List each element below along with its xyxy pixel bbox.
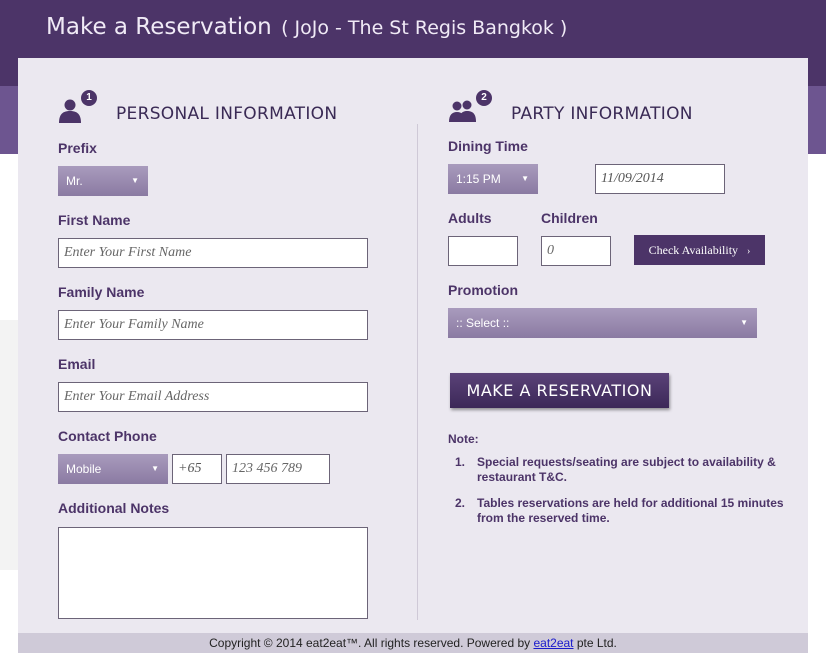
prefix-value: Mr.: [66, 174, 83, 188]
party-section-title: PARTY INFORMATION: [511, 104, 693, 124]
page-title: Make a Reservation ( JoJo - The St Regis…: [46, 14, 567, 40]
dining-time-label: Dining Time: [448, 138, 528, 154]
check-availability-button[interactable]: Check Availability ›: [634, 235, 765, 265]
first-name-label: First Name: [58, 212, 131, 228]
check-availability-label: Check Availability: [648, 243, 739, 257]
step-badge-1: 1: [81, 90, 97, 106]
footer-suffix: pte Ltd.: [573, 636, 617, 650]
personal-section-icon: 1: [58, 90, 98, 124]
family-name-input[interactable]: [58, 310, 368, 340]
dining-time-select[interactable]: 1:15 PM ▼: [448, 164, 538, 194]
note-text: Special requests/seating are subject to …: [477, 455, 776, 484]
dining-time-value: 1:15 PM: [456, 172, 501, 186]
person-icon: [59, 99, 81, 123]
prefix-select[interactable]: Mr. ▼: [58, 166, 148, 196]
restaurant-subtitle: ( JoJo - The St Regis Bangkok ): [281, 17, 568, 39]
children-label: Children: [541, 210, 598, 226]
family-name-label: Family Name: [58, 284, 145, 300]
prefix-label: Prefix: [58, 140, 97, 156]
email-input[interactable]: [58, 382, 368, 412]
dining-date-input[interactable]: [595, 164, 725, 194]
phone-type-select[interactable]: Mobile ▼: [58, 454, 168, 484]
phone-number-input[interactable]: [226, 454, 330, 484]
footer-copyright: Copyright © 2014 eat2eat™. All rights re…: [209, 636, 534, 650]
note-text: Tables reservations are held for additio…: [477, 496, 784, 525]
phone-type-value: Mobile: [66, 462, 102, 476]
chevron-down-icon: ▼: [151, 464, 159, 473]
chevron-down-icon: ▼: [740, 318, 748, 327]
note-number: 1.: [455, 455, 466, 469]
adults-input[interactable]: [448, 236, 518, 266]
promotion-select[interactable]: :: Select :: ▼: [448, 308, 757, 338]
country-code-input[interactable]: [172, 454, 222, 484]
promotion-label: Promotion: [448, 282, 518, 298]
promotion-value: :: Select ::: [456, 316, 510, 330]
eat2eat-link[interactable]: eat2eat: [533, 636, 573, 650]
personal-section-title: PERSONAL INFORMATION: [116, 104, 338, 124]
chevron-down-icon: ▼: [131, 176, 139, 185]
background-decoration: [0, 320, 18, 570]
chevron-right-icon: ›: [747, 246, 751, 257]
contact-phone-label: Contact Phone: [58, 428, 157, 444]
chevron-down-icon: ▼: [521, 174, 529, 183]
note-heading: Note:: [448, 432, 479, 446]
page-title-text: Make a Reservation: [46, 14, 272, 40]
children-input[interactable]: [541, 236, 611, 266]
email-label: Email: [58, 356, 96, 372]
note-number: 2.: [455, 496, 466, 510]
additional-notes-textarea[interactable]: [58, 527, 368, 619]
footer: Copyright © 2014 eat2eat™. All rights re…: [18, 633, 808, 653]
step-badge-2: 2: [476, 90, 492, 106]
party-section-icon: 2: [448, 90, 494, 124]
first-name-input[interactable]: [58, 238, 368, 268]
additional-notes-label: Additional Notes: [58, 500, 170, 516]
make-reservation-button[interactable]: MAKE A RESERVATION: [450, 373, 669, 408]
column-divider: [417, 124, 418, 620]
adults-label: Adults: [448, 210, 492, 226]
group-icon: [449, 100, 476, 122]
